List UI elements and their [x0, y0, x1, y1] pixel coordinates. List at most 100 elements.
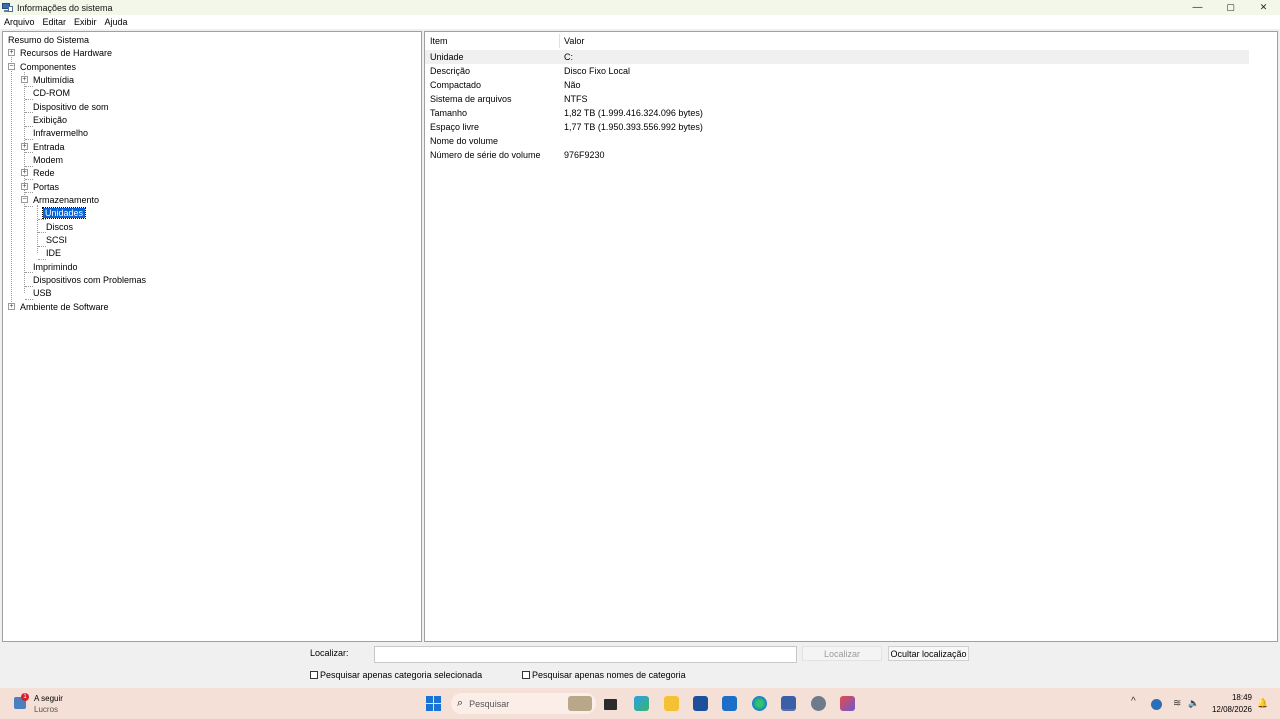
- search-highlight-image: [568, 696, 592, 711]
- widget-title: A seguir: [34, 694, 63, 703]
- menu-help[interactable]: Ajuda: [105, 17, 128, 27]
- tree-item-printing[interactable]: Imprimindo: [31, 260, 80, 273]
- title-bar: Informações do sistema — ▢ ✕: [0, 0, 1280, 15]
- cell-value: C:: [564, 52, 573, 62]
- taskbar-search[interactable]: ⌕ Pesquisar: [451, 693, 596, 714]
- outlook-icon[interactable]: [722, 696, 737, 711]
- search-icon: ⌕: [457, 697, 464, 709]
- task-view-icon[interactable]: [604, 699, 617, 710]
- notification-icon[interactable]: 🔔: [1257, 698, 1268, 709]
- tree-item-cdrom[interactable]: CD-ROM: [31, 86, 72, 99]
- cell-value: Disco Fixo Local: [564, 66, 631, 76]
- cell-item: Descrição: [430, 66, 471, 76]
- table-row[interactable]: Descrição Disco Fixo Local: [425, 64, 1249, 78]
- cell-value: 976F9230: [564, 150, 605, 160]
- expand-icon[interactable]: +: [8, 49, 15, 56]
- table-row[interactable]: Unidade C:: [425, 50, 1249, 64]
- cell-value: NTFS: [564, 94, 588, 104]
- clock-time[interactable]: 18:49: [1205, 693, 1252, 702]
- notification-badge: 1: [21, 693, 29, 701]
- tree-item-ports[interactable]: + Portas: [21, 180, 61, 193]
- weather-widget[interactable]: 1 A seguir Lucros: [12, 691, 72, 717]
- tree-item-scsi[interactable]: SCSI: [44, 233, 69, 246]
- minimize-button[interactable]: —: [1181, 0, 1214, 15]
- category-names-label: Pesquisar apenas nomes de categoria: [532, 670, 686, 680]
- tree-item-disks[interactable]: Discos: [44, 220, 75, 233]
- tree-item-sound-device[interactable]: Dispositivo de som: [31, 100, 111, 113]
- edge-icon[interactable]: [752, 696, 767, 711]
- tree-item-display[interactable]: Exibição: [31, 113, 69, 126]
- close-button[interactable]: ✕: [1247, 0, 1280, 15]
- tree-item-infrared[interactable]: Infravermelho: [31, 126, 90, 139]
- taskbar: 1 A seguir Lucros ⌕ Pesquisar ^ ≋ 🔈 18:4…: [0, 688, 1280, 719]
- tree-item-hardware-resources[interactable]: + Recursos de Hardware: [8, 46, 114, 59]
- start-button[interactable]: [426, 696, 441, 711]
- expand-icon[interactable]: +: [21, 169, 28, 176]
- tree-item-components[interactable]: − Componentes: [8, 60, 78, 73]
- table-row[interactable]: Espaço livre 1,77 TB (1.950.393.556.992 …: [425, 120, 1249, 134]
- tree-item-input[interactable]: + Entrada: [21, 140, 67, 153]
- option-category-names[interactable]: Pesquisar apenas nomes de categoria: [522, 670, 686, 680]
- tray-chevron-icon[interactable]: ^: [1131, 696, 1136, 707]
- tree-item-network[interactable]: + Rede: [21, 166, 57, 179]
- tree-item-multimedia[interactable]: + Multimídia: [21, 73, 76, 86]
- table-row[interactable]: Compactado Não: [425, 78, 1249, 92]
- window-controls: — ▢ ✕: [1181, 0, 1280, 15]
- tree-item-drives[interactable]: Unidades: [41, 206, 87, 219]
- widgets-app-icon[interactable]: [634, 696, 649, 711]
- find-input[interactable]: [374, 646, 797, 663]
- tree-item-modem[interactable]: Modem: [31, 153, 65, 166]
- category-tree[interactable]: Resumo do Sistema + Recursos de Hardware…: [2, 31, 422, 642]
- table-row[interactable]: Tamanho 1,82 TB (1.999.416.324.096 bytes…: [425, 106, 1249, 120]
- find-bar: Localizar: Localizar Ocultar localização…: [0, 644, 1280, 686]
- maximize-button[interactable]: ▢: [1214, 0, 1247, 15]
- table-row[interactable]: Nome do volume: [425, 134, 1249, 148]
- cell-item: Compactado: [430, 80, 482, 90]
- tree-item-system-summary[interactable]: Resumo do Sistema: [6, 33, 91, 46]
- column-header-item[interactable]: Item: [430, 36, 448, 46]
- tree-item-problem-devices[interactable]: Dispositivos com Problemas: [31, 273, 148, 286]
- cell-value: 1,82 TB (1.999.416.324.096 bytes): [564, 108, 703, 118]
- table-row[interactable]: Número de série do volume 976F9230: [425, 148, 1249, 162]
- cell-value: 1,77 TB (1.950.393.556.992 bytes): [564, 122, 703, 132]
- details-table[interactable]: Item Valor Unidade C: Descrição Disco Fi…: [424, 31, 1278, 642]
- expand-icon[interactable]: +: [21, 76, 28, 83]
- collapse-icon[interactable]: −: [21, 196, 28, 203]
- store-icon[interactable]: [693, 696, 708, 711]
- table-row[interactable]: Sistema de arquivos NTFS: [425, 92, 1249, 106]
- expand-icon[interactable]: +: [21, 143, 28, 150]
- onedrive-icon[interactable]: [1151, 699, 1162, 710]
- find-label: Localizar:: [310, 648, 349, 658]
- wifi-icon[interactable]: ≋: [1173, 698, 1181, 709]
- volume-icon[interactable]: 🔈: [1188, 698, 1199, 709]
- tree-item-ide[interactable]: IDE: [44, 246, 63, 259]
- column-header-value[interactable]: Valor: [564, 36, 584, 46]
- expand-icon[interactable]: +: [8, 303, 15, 310]
- cell-item: Sistema de arquivos: [430, 94, 512, 104]
- tree-item-storage[interactable]: − Armazenamento: [21, 193, 101, 206]
- tree-item-software-environment[interactable]: + Ambiente de Software: [8, 300, 111, 313]
- system-info-taskbar-icon[interactable]: [781, 696, 796, 711]
- category-names-checkbox[interactable]: [522, 671, 530, 679]
- tree-item-usb[interactable]: USB: [31, 286, 54, 299]
- menu-file[interactable]: Arquivo: [4, 17, 35, 27]
- collapse-icon[interactable]: −: [8, 63, 15, 70]
- menu-view[interactable]: Exibir: [74, 17, 97, 27]
- search-placeholder: Pesquisar: [469, 698, 510, 709]
- system-info-icon: [2, 2, 13, 13]
- cell-item: Número de série do volume: [430, 150, 541, 160]
- hide-find-button[interactable]: Ocultar localização: [888, 646, 969, 661]
- cell-value: Não: [564, 80, 581, 90]
- cell-item: Espaço livre: [430, 122, 480, 132]
- widget-subtitle: Lucros: [34, 705, 59, 714]
- expand-icon[interactable]: +: [21, 183, 28, 190]
- selected-category-checkbox[interactable]: [310, 671, 318, 679]
- file-explorer-icon[interactable]: [664, 696, 679, 711]
- selected-category-label: Pesquisar apenas categoria selecionada: [320, 670, 483, 680]
- option-selected-category[interactable]: Pesquisar apenas categoria selecionada: [310, 670, 482, 680]
- find-button[interactable]: Localizar: [802, 646, 882, 661]
- snipping-tool-icon[interactable]: [840, 696, 855, 711]
- menu-edit[interactable]: Editar: [43, 17, 67, 27]
- clock-date[interactable]: 12/08/2026: [1205, 705, 1252, 714]
- settings-icon[interactable]: [811, 696, 826, 711]
